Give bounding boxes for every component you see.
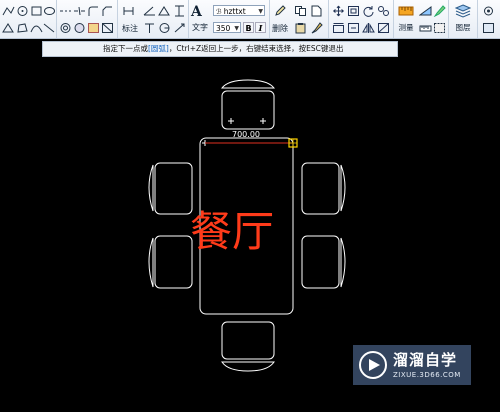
chair-right-lower[interactable] xyxy=(301,235,346,289)
watermark-url: ZIXUE.3D66.COM xyxy=(393,371,461,379)
chair-left-upper[interactable] xyxy=(148,162,193,215)
grip-crosshair xyxy=(289,139,297,147)
chair-left-lower[interactable] xyxy=(148,235,193,289)
watermark: 溜溜自学 ZIXUE.3D66.COM xyxy=(353,345,471,385)
play-logo-icon xyxy=(359,351,387,379)
chair-right-upper[interactable] xyxy=(301,162,346,215)
chair-bottom[interactable] xyxy=(221,321,275,372)
room-label: 餐厅 xyxy=(190,207,274,256)
dimension-value: 700.00 xyxy=(232,130,260,139)
watermark-name: 溜溜自学 xyxy=(393,351,458,369)
chair-top[interactable] xyxy=(220,79,276,130)
